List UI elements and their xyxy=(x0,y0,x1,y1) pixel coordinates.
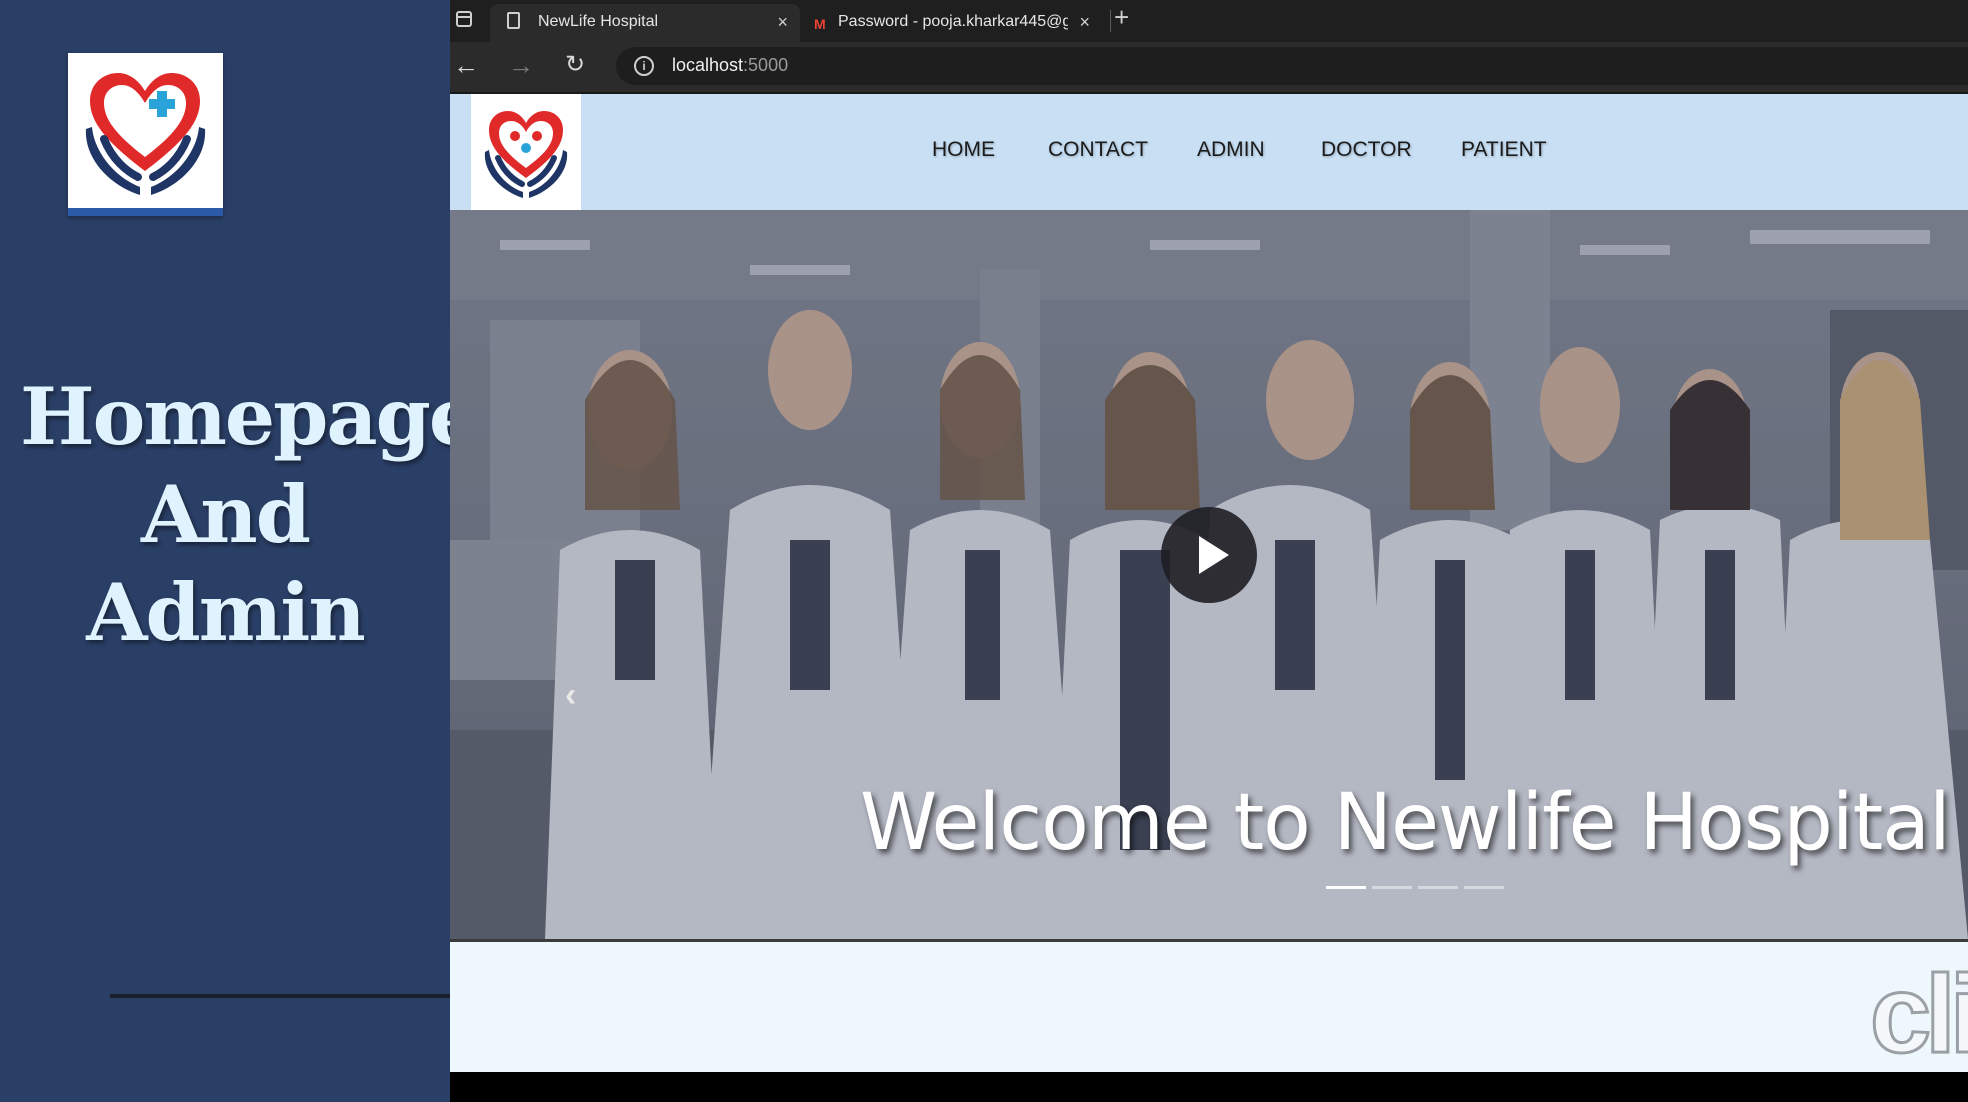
tab-newlife-hospital[interactable]: NewLife Hospital × xyxy=(490,4,800,42)
address-bar: ← → ↻ i localhost:5000 xyxy=(450,42,1968,94)
carousel-prev-icon[interactable]: ‹ xyxy=(565,676,576,715)
tab-close-icon[interactable]: × xyxy=(777,5,788,39)
nav-contact[interactable]: CONTACT xyxy=(1048,138,1148,162)
play-button[interactable] xyxy=(1161,507,1257,603)
slide-title-line-2: And xyxy=(141,468,311,561)
tab-label: Password - pooja.kharkar445@g xyxy=(838,13,1068,30)
tab-gmail-password[interactable]: M Password - pooja.kharkar445@g × xyxy=(802,4,1102,42)
sidebar-toggle-icon[interactable] xyxy=(456,11,472,27)
hospital-logo xyxy=(68,53,223,216)
tab-label: NewLife Hospital xyxy=(538,13,659,30)
logo-strip xyxy=(68,208,223,216)
web-page: HOME CONTACT ADMIN DOCTOR PATIENT ‹ Welc… xyxy=(450,94,1968,1075)
url-host: localhost xyxy=(672,55,744,75)
site-header: HOME CONTACT ADMIN DOCTOR PATIENT xyxy=(450,94,1968,210)
tab-close-icon[interactable]: × xyxy=(1079,5,1090,39)
bottom-black-bar xyxy=(450,1072,1968,1102)
carousel-indicator[interactable] xyxy=(1418,886,1458,889)
new-tab-button[interactable]: + xyxy=(1114,2,1129,33)
hero-caption: Welcome to Newlife Hospital xyxy=(860,778,1951,868)
nav-doctor[interactable]: DOCTOR xyxy=(1321,138,1412,162)
watermark-text: cli xyxy=(1868,953,1968,1075)
url-field[interactable]: i localhost:5000 xyxy=(616,47,1968,85)
tab-divider xyxy=(1110,10,1111,32)
nav-admin[interactable]: ADMIN xyxy=(1197,138,1265,162)
carousel-indicator[interactable] xyxy=(1326,886,1366,889)
slide-divider-line xyxy=(110,994,450,998)
slide-title-line-3: Admin xyxy=(86,566,366,659)
back-button[interactable]: ← xyxy=(453,50,479,80)
url-port: :5000 xyxy=(743,55,789,75)
site-info-icon[interactable]: i xyxy=(634,56,654,76)
carousel-indicator[interactable] xyxy=(1372,886,1412,889)
url-text[interactable]: localhost:5000 xyxy=(672,55,788,76)
reload-button[interactable]: ↻ xyxy=(565,50,585,80)
slide-title-line-1: Homepage xyxy=(20,370,479,463)
carousel-indicator[interactable] xyxy=(1464,886,1504,889)
forward-button[interactable]: → xyxy=(508,50,534,80)
page-icon xyxy=(507,12,520,29)
tab-bar: NewLife Hospital × M Password - pooja.kh… xyxy=(450,0,1968,42)
slide-title: Homepage And Admin xyxy=(20,368,479,662)
nav-home[interactable]: HOME xyxy=(932,138,995,162)
heart-hands-icon xyxy=(85,73,206,195)
slide-panel: Homepage And Admin xyxy=(0,0,479,1102)
gmail-icon: M xyxy=(814,16,826,32)
hero-carousel[interactable]: ‹ Welcome to Newlife Hospital xyxy=(450,210,1968,939)
site-nav: HOME CONTACT ADMIN DOCTOR PATIENT xyxy=(450,94,1968,210)
nav-patient[interactable]: PATIENT xyxy=(1461,138,1547,162)
browser-window: NewLife Hospital × M Password - pooja.kh… xyxy=(450,0,1968,1102)
page-section-below-hero: cli xyxy=(450,939,1968,1075)
